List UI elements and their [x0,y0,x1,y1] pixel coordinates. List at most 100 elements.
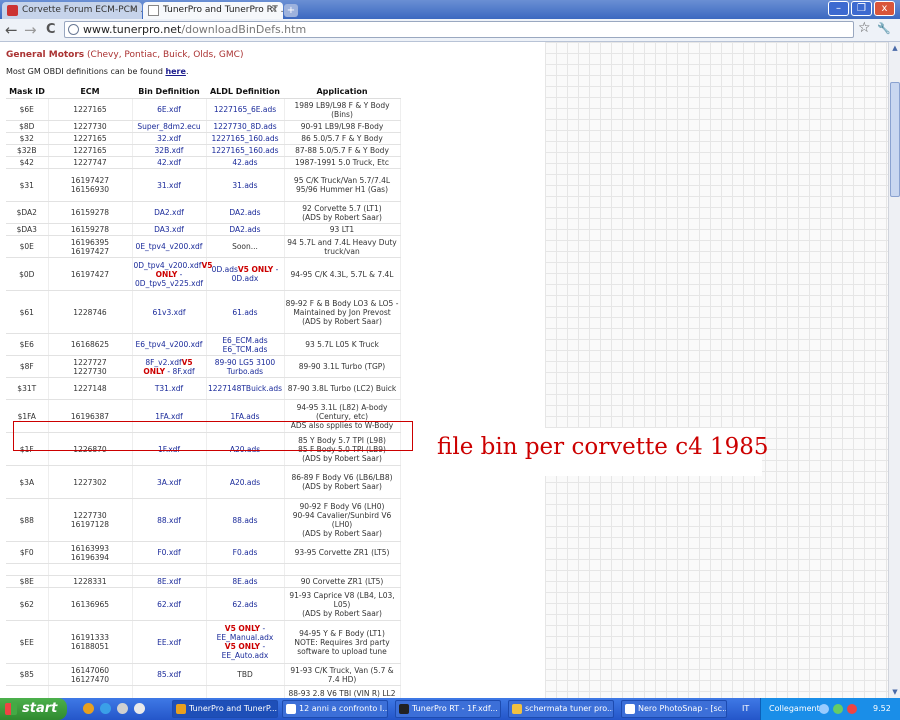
aldl-definition-link[interactable]: 1227165_6E.ads [206,98,285,121]
new-tab-button[interactable]: + [284,4,298,17]
table-row: $F0 16163993 16196394 F0.xdf F0.ads 93-95 Co… [6,541,401,564]
bin-definition-link[interactable]: 85.xdf [132,663,207,686]
aldl-definition-link[interactable]: A20.ads [206,465,285,499]
scroll-down-icon[interactable]: ▼ [890,687,900,697]
bin-definition-link[interactable]: 3A.xdf [132,465,207,499]
annotation-text: file bin per corvette c4 1985 [437,434,769,460]
aldl-definition-link[interactable]: F0.ads [206,541,285,564]
aldl-definition-link[interactable]: DA2.ads [206,223,285,236]
bin-definition-link[interactable]: 0E_tpv4_v200.xdf [132,235,207,258]
ecm-cell: 16168625 [48,333,133,356]
wrench-icon[interactable]: 🔧 [877,22,891,35]
taskbar-item-tunerpro-rt[interactable]: TunerPro RT - 1F.xdf... [395,700,501,718]
obd-note-text: Most GM OBDI definitions can be found [6,67,166,76]
scroll-thumb[interactable] [890,82,900,197]
bin-definition-link[interactable]: 0D_tpv4_v200.xdfV5 ONLY - 0D_tpv5_v225.x… [132,257,212,291]
bin-definition-link[interactable]: 31.xdf [132,168,207,202]
maximize-button[interactable]: ❐ [851,1,872,16]
quicklaunch-chrome-icon[interactable] [83,703,94,714]
mask-id-cell: $31T [6,377,49,400]
bin-definition-link[interactable]: 6E.xdf [132,98,207,121]
taskbar-item-12-anni[interactable]: 12 anni a confronto I... [282,700,388,718]
application-cell: 94-95 Y & F Body (LT1) NOTE: Requires 3r… [284,620,401,664]
bin-definition-link[interactable]: 8E.xdf [132,575,207,588]
aldl-definition-link-text: 1227148TBuick.ads [207,384,283,393]
antivirus-icon[interactable] [847,704,857,714]
aldl-definition-link[interactable]: 1227148TBuick.ads [206,377,285,400]
vertical-scrollbar[interactable]: ▲ ▼ [888,42,900,698]
language-indicator[interactable]: IT [742,698,749,720]
bin-definition-link-text: 61v3.xdf [152,307,186,317]
start-button[interactable]: start [0,698,67,720]
application-cell: 90-92 F Body V6 (LH0) 90-94 Cavalier/Sun… [284,498,401,542]
document-icon [286,704,296,714]
scroll-up-icon[interactable]: ▲ [890,43,900,53]
aldl-definition-link[interactable]: V5 ONLY - EE_Manual.adx V5 ONLY - EE_Aut… [206,620,285,664]
bin-definition-link[interactable]: 88.xdf [132,498,207,542]
quicklaunch-explorer-icon[interactable] [117,703,128,714]
aldl-definition-link[interactable]: 0D.adsV5 ONLY - 0D.adx [206,257,285,291]
bin-definition-link[interactable]: 4E.xdf [132,685,207,698]
aldl-definition-link[interactable]: 4E.ads [206,685,285,698]
address-bar[interactable]: www.tunerpro.net/downloadBinDefs.htm [64,21,854,38]
aldl-definition-link[interactable]: 1227165_160.ads [206,132,285,145]
tab-corvette-forum[interactable]: Corvette Forum ECM-PCM ... × [2,2,142,19]
network-icon[interactable] [819,704,829,714]
aldl-definition-link[interactable]: DA2.ads [206,201,285,224]
minimize-button[interactable]: – [828,1,849,16]
application-cell-text: 90-92 F Body V6 (LH0) 90-94 Cavalier/Sun… [292,502,392,538]
tab-label: TunerPro and TunerPro RT ... [163,5,283,15]
table-row: $32B 1227165 32B.xdf 1227165_160.ads 87-88 5… [6,144,401,157]
security-icon[interactable] [833,704,843,714]
table-row: $61 1228746 61v3.xdf 61.ads 89-92 F & B Body… [6,290,401,334]
ecm-cell-text: 1227165 [73,105,107,114]
bin-definition-link[interactable]: EE.xdf [132,620,207,664]
application-cell-text: 90-91 LB9/L98 F-Body [300,122,384,131]
aldl-definition-link[interactable]: 1227730_8D.ads [206,120,285,133]
bin-definition-link[interactable]: DA2.xdf [132,201,207,224]
forward-button[interactable]: → [24,21,37,39]
close-window-button[interactable]: x [874,1,895,16]
table-row: $6E 1227165 6E.xdf 1227165_6E.ads 1989 LB9/L… [6,98,401,121]
tab-close-icon[interactable]: × [129,2,137,19]
taskbar-item-nero-photosnap[interactable]: Nero PhotoSnap - [sc... [621,700,727,718]
table-header-row: Mask ID ECM Bin Definition ALDL Definition A… [6,84,400,99]
aldl-definition-link[interactable]: E6_ECM.ads E6_TCM.ads [206,333,285,356]
aldl-definition-link[interactable]: 62.ads [206,587,285,621]
bin-definition-link[interactable]: 32.xdf [132,132,207,145]
bin-definition-link[interactable]: T31.xdf [132,377,207,400]
bin-definition-link-text: 0E_tpv4_v200.xdf [135,242,203,251]
bin-definition-link[interactable]: Super_8dm2.ecu [132,120,207,133]
bin-definition-link[interactable]: DA3.xdf [132,223,207,236]
bin-definition-link[interactable]: 42.xdf [132,156,207,169]
task-label: Nero PhotoSnap - [sc... [638,704,727,713]
tab-close-icon[interactable]: × [270,2,278,19]
tab-tunerpro[interactable]: TunerPro and TunerPro RT ... × [143,2,283,19]
back-button[interactable]: ← [5,21,18,39]
ecm-cell-text: 1227165 [73,134,107,143]
bookmark-star-icon[interactable]: ☆ [858,20,871,36]
here-link[interactable]: here [165,67,186,76]
quicklaunch-ie-icon[interactable] [100,703,111,714]
application-cell-text: 86-89 F Body V6 (LB6/LB8) (ADS by Robert… [291,473,393,491]
bin-definition-link[interactable]: E6_tpv4_v200.xdf [132,333,207,356]
aldl-definition-link[interactable]: 89-90 LG5 3100 Turbo.ads [206,355,285,378]
ecm-cell-text: 1227730 16197128 [70,511,110,529]
aldl-definition-link[interactable]: 42.ads [206,156,285,169]
aldl-definition-link[interactable]: 88.ads [206,498,285,542]
reload-button[interactable]: C [46,22,56,37]
quicklaunch-media-icon[interactable] [134,703,145,714]
bin-definition-link[interactable]: F0.xdf [132,541,207,564]
tray-links-label[interactable]: Collegamenti [769,698,822,720]
bin-definition-link[interactable]: 32B.xdf [132,144,207,157]
bin-definition-link[interactable]: 8F_v2.xdfV5 ONLY - 8F.xdf [132,355,207,378]
taskbar-item-tunerpro-browser[interactable]: TunerPro and TunerP... [172,700,278,718]
aldl-definition-link[interactable]: 61.ads [206,290,285,334]
ecm-cell: 16147060 16127470 [48,663,133,686]
aldl-definition-link[interactable]: 1227165_160.ads [206,144,285,157]
aldl-definition-link[interactable]: 8E.ads [206,575,285,588]
bin-definition-link[interactable]: 62.xdf [132,587,207,621]
bin-definition-link[interactable]: 61v3.xdf [132,290,207,334]
taskbar-item-schermata[interactable]: schermata tuner pro.... [508,700,614,718]
aldl-definition-link[interactable]: 31.ads [206,168,285,202]
